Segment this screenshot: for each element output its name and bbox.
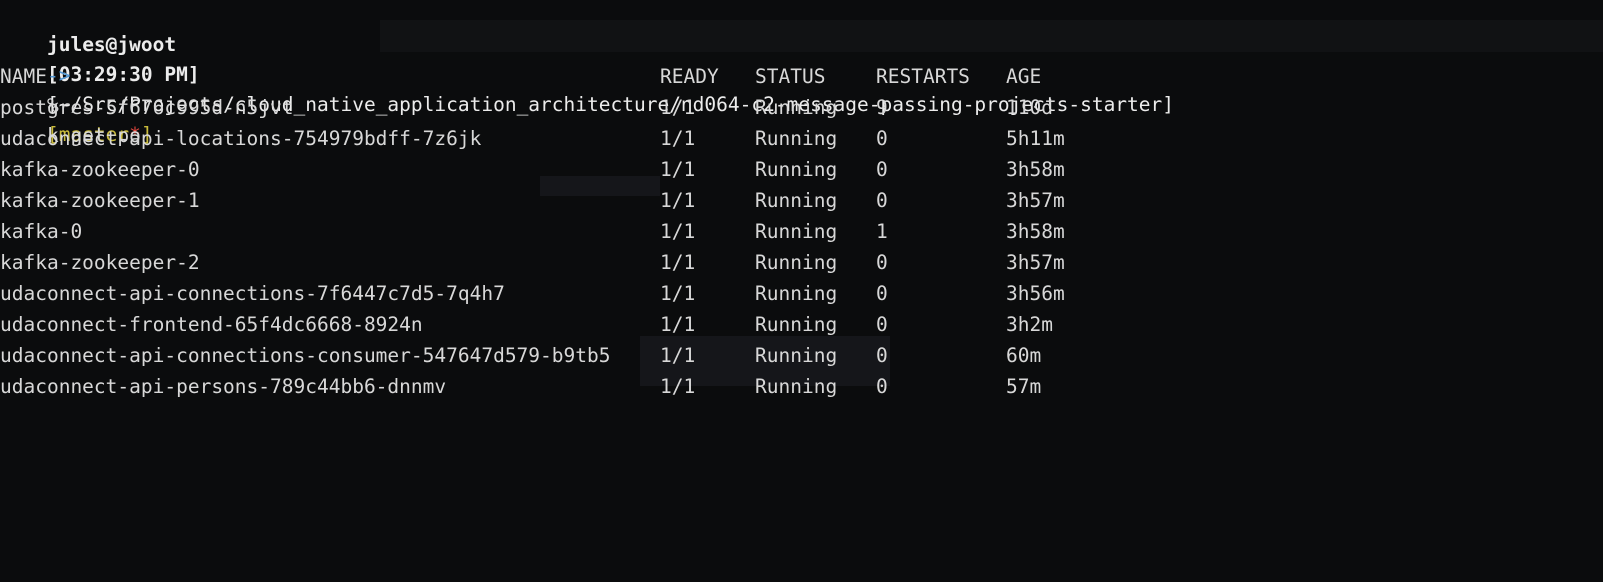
table-row: udaconnect-api-persons-789c44bb6-dnnmv 1… <box>0 372 1603 402</box>
pod-ready: 1/1 <box>660 375 696 398</box>
pod-name: kafka-zookeeper-1 <box>0 189 200 212</box>
pod-ready: 1/1 <box>660 158 696 181</box>
table-row: udaconnect-api-connections-consumer-5476… <box>0 341 1603 371</box>
pod-status: Running <box>755 375 838 398</box>
pod-restarts: 0 <box>876 251 888 274</box>
pod-status: Running <box>755 158 838 181</box>
pod-ready: 1/1 <box>660 282 696 305</box>
pod-ready: 1/1 <box>660 189 696 212</box>
pod-name: kafka-zookeeper-0 <box>0 158 200 181</box>
table-row: kafka-zookeeper-2 1/1 Running 0 3h57m <box>0 248 1603 278</box>
pod-age: 3h58m <box>1006 220 1065 243</box>
pod-restarts: 0 <box>876 158 888 181</box>
pod-ready: 1/1 <box>660 344 696 367</box>
pod-restarts: 0 <box>876 344 888 367</box>
table-row: kafka-zookeeper-0 1/1 Running 0 3h58m <box>0 155 1603 185</box>
pod-age: 5h11m <box>1006 127 1065 150</box>
pod-restarts: 0 <box>876 313 888 336</box>
pod-restarts: 1 <box>876 220 888 243</box>
header-name: NAME <box>0 65 47 88</box>
pod-restarts: 0 <box>876 189 888 212</box>
pod-restarts: 0 <box>876 282 888 305</box>
header-age: AGE <box>1006 65 1042 88</box>
pod-name: udaconnect-frontend-65f4dc6668-8924n <box>0 313 423 336</box>
prompt-line: jules@jwoot [03:29:30 PM] [~/Src/Project… <box>0 0 1174 146</box>
pod-name: udaconnect-api-persons-789c44bb6-dnnmv <box>0 375 447 398</box>
pod-name: postgres-5f676c995d-n5jvt <box>0 96 294 119</box>
pod-restarts: 0 <box>876 375 888 398</box>
pod-name: kafka-zookeeper-2 <box>0 251 200 274</box>
pod-age: 3h57m <box>1006 251 1065 274</box>
pod-status: Running <box>755 220 838 243</box>
table-row: udaconnect-api-locations-754979bdff-7z6j… <box>0 124 1603 154</box>
pod-name: udaconnect-api-locations-754979bdff-7z6j… <box>0 127 482 150</box>
pod-status: Running <box>755 313 838 336</box>
pod-ready: 1/1 <box>660 127 696 150</box>
header-ready: READY <box>660 65 719 88</box>
pod-age: 3h58m <box>1006 158 1065 181</box>
header-restarts: RESTARTS <box>876 65 970 88</box>
command-line: -> % k get po <box>0 31 141 147</box>
pod-status: Running <box>755 127 838 150</box>
pod-age: 57m <box>1006 375 1042 398</box>
pod-ready: 1/1 <box>660 313 696 336</box>
pod-status: Running <box>755 251 838 274</box>
pod-name: kafka-0 <box>0 220 83 243</box>
pod-restarts: 9 <box>876 96 888 119</box>
pod-status: Running <box>755 282 838 305</box>
pod-age: 3h57m <box>1006 189 1065 212</box>
pod-status: Running <box>755 189 838 212</box>
table-header: NAME READY STATUS RESTARTS AGE <box>0 62 1603 92</box>
header-status: STATUS <box>755 65 826 88</box>
pod-ready: 1/1 <box>660 220 696 243</box>
table-row: kafka-0 1/1 Running 1 3h58m <box>0 217 1603 247</box>
pod-age: 60m <box>1006 344 1042 367</box>
pod-status: Running <box>755 96 838 119</box>
table-row: kafka-zookeeper-1 1/1 Running 0 3h57m <box>0 186 1603 216</box>
pod-name: udaconnect-api-connections-7f6447c7d5-7q… <box>0 282 505 305</box>
pod-ready: 1/1 <box>660 96 696 119</box>
pod-ready: 1/1 <box>660 251 696 274</box>
pod-name: udaconnect-api-connections-consumer-5476… <box>0 344 611 367</box>
pod-status: Running <box>755 344 838 367</box>
table-row: udaconnect-frontend-65f4dc6668-8924n 1/1… <box>0 310 1603 340</box>
pod-restarts: 0 <box>876 127 888 150</box>
pod-age: 110d <box>1006 96 1053 119</box>
terminal[interactable]: jules@jwoot [03:29:30 PM] [~/Src/Project… <box>0 0 1603 412</box>
table-row: postgres-5f676c995d-n5jvt 1/1 Running 9 … <box>0 93 1603 123</box>
pod-age: 3h56m <box>1006 282 1065 305</box>
table-row: udaconnect-api-connections-7f6447c7d5-7q… <box>0 279 1603 309</box>
pod-age: 3h2m <box>1006 313 1053 336</box>
